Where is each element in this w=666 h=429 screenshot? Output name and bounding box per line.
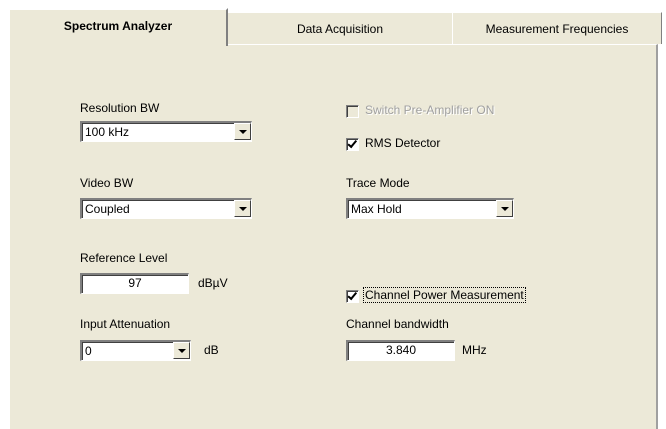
resolution-bw-dropdown-button[interactable]	[234, 123, 251, 140]
tab-data-acquisition[interactable]: Data Acquisition	[226, 12, 454, 44]
tab-strip: Data Acquisition Measurement Frequencies…	[0, 0, 666, 46]
spectrum-analyzer-panel: Resolution BW 100 kHz Video BW Coupled R…	[8, 44, 658, 429]
channel-power-label: Channel Power Measurement	[363, 287, 526, 303]
video-bw-value: Coupled	[85, 202, 130, 216]
input-attenuation-select[interactable]: 0	[80, 340, 191, 361]
reference-level-unit: dBµV	[198, 276, 228, 290]
input-attenuation-value: 0	[85, 344, 92, 358]
rms-detector-checkbox[interactable]	[346, 138, 359, 151]
channel-bandwidth-unit: MHz	[462, 343, 487, 357]
preamp-label: Switch Pre-Amplifier ON	[365, 103, 495, 117]
preamp-checkbox[interactable]	[346, 105, 359, 118]
resolution-bw-select[interactable]: 100 kHz	[80, 121, 252, 142]
video-bw-dropdown-button[interactable]	[234, 200, 251, 217]
video-bw-label: Video BW	[80, 176, 134, 190]
channel-power-checkbox[interactable]	[346, 290, 359, 303]
resolution-bw-label: Resolution BW	[80, 101, 160, 115]
input-attenuation-dropdown-button[interactable]	[173, 342, 190, 359]
video-bw-select[interactable]: Coupled	[80, 198, 252, 219]
input-attenuation-unit: dB	[204, 343, 219, 357]
trace-mode-label: Trace Mode	[346, 176, 410, 190]
channel-bandwidth-input[interactable]: 3.840	[346, 340, 455, 361]
checkmark-icon	[347, 290, 358, 301]
input-attenuation-label: Input Attenuation	[80, 317, 171, 331]
channel-bandwidth-label: Channel bandwidth	[346, 317, 449, 331]
rms-detector-label: RMS Detector	[365, 136, 441, 150]
trace-mode-dropdown-button[interactable]	[496, 200, 513, 217]
chevron-down-icon	[238, 129, 247, 134]
tab-spectrum-analyzer[interactable]: Spectrum Analyzer	[8, 8, 228, 46]
chevron-down-icon	[500, 206, 509, 211]
reference-level-input[interactable]: 97	[80, 273, 189, 294]
chevron-down-icon	[238, 206, 247, 211]
chevron-down-icon	[177, 348, 186, 353]
trace-mode-value: Max Hold	[351, 202, 402, 216]
reference-level-label: Reference Level	[80, 251, 168, 265]
checkmark-icon	[347, 138, 358, 149]
resolution-bw-value: 100 kHz	[85, 125, 130, 139]
tab-measurement-frequencies[interactable]: Measurement Frequencies	[452, 12, 662, 44]
trace-mode-select[interactable]: Max Hold	[346, 198, 514, 219]
